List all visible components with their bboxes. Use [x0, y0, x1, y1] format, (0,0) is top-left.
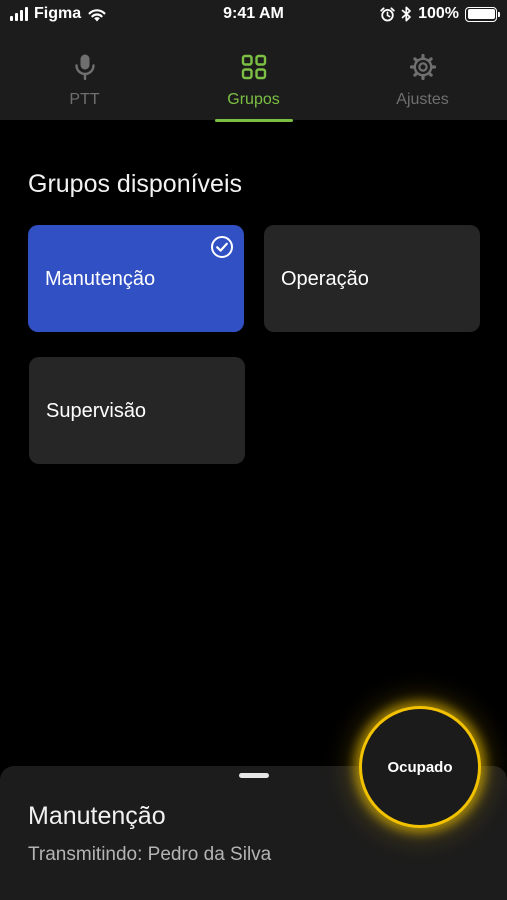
tab-grupos[interactable]: Grupos: [169, 30, 338, 122]
status-bar: Figma 9:41 AM 100%: [0, 0, 507, 30]
check-circle-icon: [211, 236, 233, 258]
current-group-title: Manutenção: [28, 802, 166, 830]
tab-ptt[interactable]: PTT: [0, 30, 169, 120]
section-title: Grupos disponíveis: [28, 170, 243, 198]
group-card-manutencao[interactable]: Manutenção: [28, 225, 244, 332]
tab-ajustes-label: Ajustes: [396, 91, 449, 108]
ptt-button-label: Ocupado: [387, 758, 453, 776]
status-right: 100%: [380, 5, 500, 23]
tab-grupos-label: Grupos: [227, 91, 280, 108]
group-card-supervisao[interactable]: Supervisão: [29, 357, 245, 464]
group-label: Supervisão: [46, 400, 147, 422]
transmitting-status: Transmitindo: Pedro da Silva: [28, 844, 272, 865]
grid-icon: [241, 54, 266, 80]
alarm-icon: [380, 6, 395, 21]
group-card-operacao[interactable]: Operação: [264, 225, 480, 332]
tab-ptt-label: PTT: [69, 91, 100, 108]
sheet-drag-handle[interactable]: [239, 773, 269, 778]
microphone-icon: [74, 54, 95, 81]
group-label: Manutenção: [45, 268, 156, 290]
active-tab-indicator: [214, 119, 293, 122]
group-label: Operação: [281, 268, 369, 290]
gear-icon: [409, 53, 436, 81]
ptt-button[interactable]: Ocupado: [359, 706, 481, 828]
bluetooth-icon: [401, 6, 411, 22]
tab-bar: PTT Grupos Ajustes: [0, 30, 507, 122]
tab-ajustes[interactable]: Ajustes: [338, 30, 507, 120]
battery-percentage: 100%: [418, 5, 459, 22]
battery-icon: [465, 6, 500, 22]
